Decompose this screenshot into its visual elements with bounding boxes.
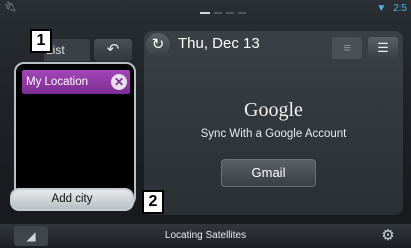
add-city-label: Add city (51, 193, 93, 205)
gps-status: Locating Satellites (164, 230, 247, 241)
location-item-my-location[interactable]: My Location ✕ (22, 70, 130, 94)
page-dot-active (200, 12, 210, 14)
google-calendar-widget: ↻ Thu, Dec 13 ≡ ☰ Google Sync With a Goo… (144, 31, 403, 215)
usb-icon: 🔌︎ (4, 2, 17, 13)
location-item-label: My Location (26, 76, 89, 88)
date-label: Thu, Dec 13 (178, 35, 260, 52)
location-list: My Location ✕ (14, 62, 136, 207)
page-dot (238, 12, 246, 14)
add-city-button[interactable]: Add city (10, 188, 134, 211)
account-icon: ≡ (343, 40, 351, 55)
gmail-button[interactable]: Gmail (221, 159, 316, 187)
status-bar: 🔌︎ ▼ 2:5 (0, 0, 411, 20)
back-arrow-icon: ↶ (106, 41, 120, 58)
clock-time: 2:5 (393, 3, 407, 14)
remove-location-icon[interactable]: ✕ (111, 74, 127, 90)
home-screen: 🔌︎ ▼ 2:5 List ↶ My Location ✕ Add city ↻… (0, 0, 411, 248)
gear-icon: ⚙ (381, 227, 395, 244)
callout-1: 1 (30, 29, 52, 53)
status-right: ▼ 2:5 (376, 3, 407, 14)
menu-icon: ☰ (377, 40, 389, 55)
menu-button[interactable]: ☰ (368, 37, 398, 59)
google-logo: Google (244, 99, 303, 121)
callout-2: 2 (142, 190, 164, 214)
back-button[interactable]: ↶ (94, 39, 132, 61)
bottom-bar: ◢ Locating Satellites ⚙ (0, 224, 411, 248)
account-button[interactable]: ≡ (332, 37, 362, 59)
page-indicator (200, 12, 246, 14)
gmail-label: Gmail (251, 165, 286, 180)
sync-text: Sync With a Google Account (200, 128, 347, 140)
page-dot (226, 12, 234, 14)
refresh-icon[interactable]: ↻ (146, 33, 170, 57)
wifi-icon: ▼ (376, 3, 387, 14)
settings-button[interactable]: ⚙ (372, 226, 404, 246)
page-dot (214, 12, 222, 14)
